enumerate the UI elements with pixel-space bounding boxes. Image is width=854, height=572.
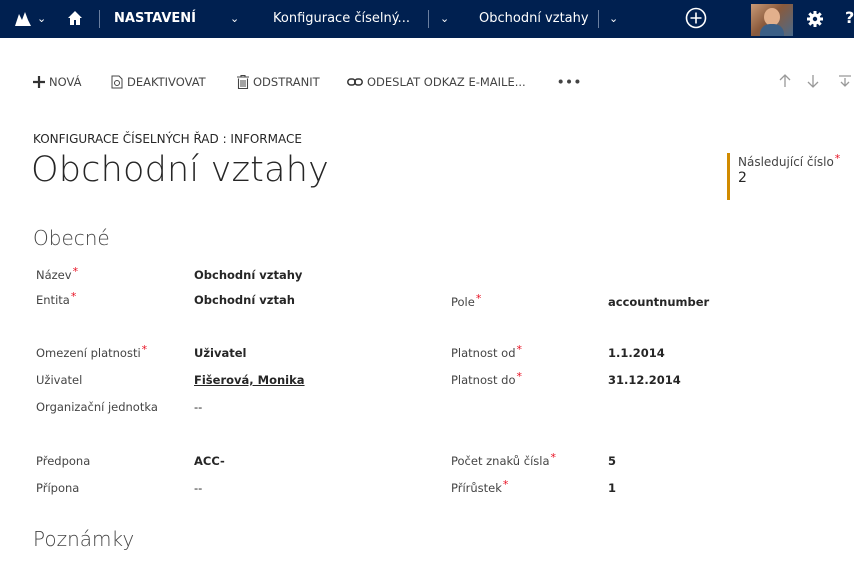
field-label: Pole* — [451, 292, 482, 309]
next-number-label: Následující číslo* — [738, 152, 841, 169]
nav-breadcrumb-config[interactable]: Konfigurace číselný... — [273, 11, 410, 26]
nav-separator — [598, 10, 599, 28]
email-link-button-label: ODESLAT ODKAZ E-MAILE... — [367, 75, 526, 89]
valid-to-label: Platnost do* — [451, 370, 523, 387]
prefix-label: Předpona — [36, 454, 91, 468]
entity-value[interactable]: Obchodní vztah — [194, 293, 295, 307]
suffix-label: Přípona — [36, 481, 80, 495]
expand-icon[interactable] — [839, 75, 851, 90]
increment-label: Přírůstek* — [451, 478, 509, 495]
name-value[interactable]: Obchodní vztahy — [194, 268, 302, 282]
user-link[interactable]: Fišerová, Monika — [194, 373, 305, 387]
help-icon[interactable]: ? — [845, 8, 854, 27]
required-asterisk-icon: * — [475, 292, 482, 305]
deactivate-button[interactable]: DEAKTIVOVAT — [111, 68, 206, 96]
new-button-label: NOVÁ — [49, 75, 82, 89]
next-number-value: 2 — [738, 170, 747, 186]
user-avatar[interactable] — [751, 4, 793, 36]
digit-count-label: Počet znaků čísla* — [451, 451, 557, 468]
required-asterisk-icon: * — [72, 265, 79, 278]
dynamics-logo-icon[interactable] — [15, 11, 31, 30]
org-unit-label: Organizační jednotka — [36, 400, 158, 414]
deactivate-icon — [111, 75, 123, 89]
valid-to-value[interactable]: 31.12.2014 — [608, 373, 681, 387]
next-record-arrow-icon[interactable] — [807, 74, 819, 91]
prefix-value[interactable]: ACC- — [194, 454, 225, 468]
settings-chevron-icon[interactable]: ⌄ — [230, 12, 239, 25]
suffix-value[interactable]: -- — [194, 481, 202, 495]
config-chevron-icon[interactable]: ⌄ — [440, 12, 449, 25]
trash-icon — [237, 75, 249, 89]
field-value[interactable]: accountnumber — [608, 295, 709, 309]
top-navigation-bar: ⌄ NASTAVENÍ ⌄ Konfigurace číselný... ⌄ O… — [0, 0, 854, 38]
digit-count-value[interactable]: 5 — [608, 454, 616, 468]
previous-record-arrow-icon[interactable] — [779, 74, 791, 91]
required-asterisk-icon: * — [516, 343, 523, 356]
valid-from-value[interactable]: 1.1.2014 — [608, 346, 665, 360]
org-unit-value[interactable]: -- — [194, 400, 202, 414]
section-notes-heading: Poznámky — [33, 527, 135, 551]
quick-create-icon[interactable] — [685, 7, 707, 33]
name-label: Název* — [36, 265, 79, 282]
delete-button[interactable]: ODSTRANIT — [237, 68, 320, 96]
email-link-button[interactable]: ODESLAT ODKAZ E-MAILE... — [347, 68, 526, 96]
required-asterisk-icon: * — [834, 152, 841, 165]
form-breadcrumb: KONFIGURACE ČÍSELNÝCH ŘAD : INFORMACE — [33, 132, 302, 146]
increment-value[interactable]: 1 — [608, 481, 616, 495]
link-icon — [347, 77, 363, 87]
nav-breadcrumb-record[interactable]: Obchodní vztahy — [479, 11, 589, 26]
required-asterisk-icon: * — [550, 451, 557, 464]
entity-label: Entita* — [36, 290, 77, 307]
new-button[interactable]: NOVÁ — [33, 68, 81, 96]
validity-restriction-value[interactable]: Uživatel — [194, 346, 246, 360]
more-icon: ••• — [557, 75, 583, 89]
valid-from-label: Platnost od* — [451, 343, 523, 360]
settings-gear-icon[interactable] — [806, 10, 824, 32]
section-general-heading: Obecné — [33, 226, 110, 250]
app-menu-chevron-icon[interactable]: ⌄ — [37, 12, 46, 25]
command-bar: NOVÁ DEAKTIVOVAT ODSTRANIT ODESLAT ODKAZ… — [0, 68, 854, 96]
nav-separator — [99, 10, 100, 28]
nav-separator — [428, 10, 429, 28]
plus-icon — [33, 76, 45, 88]
nav-section-settings[interactable]: NASTAVENÍ — [114, 11, 196, 26]
required-asterisk-icon: * — [502, 478, 509, 491]
required-asterisk-icon: * — [70, 290, 77, 303]
home-icon[interactable] — [67, 10, 83, 30]
deactivate-button-label: DEAKTIVOVAT — [127, 75, 206, 89]
more-commands-button[interactable]: ••• — [557, 68, 582, 96]
next-number-header-field[interactable]: Následující číslo* 2 — [727, 152, 841, 200]
validity-restriction-label: Omezení platnosti* — [36, 343, 148, 360]
user-label: Uživatel — [36, 373, 83, 387]
required-asterisk-icon: * — [516, 370, 523, 383]
page-title: Obchodní vztahy — [31, 150, 330, 190]
record-chevron-icon[interactable]: ⌄ — [609, 12, 618, 25]
required-asterisk-icon: * — [141, 343, 148, 356]
delete-button-label: ODSTRANIT — [253, 75, 320, 89]
